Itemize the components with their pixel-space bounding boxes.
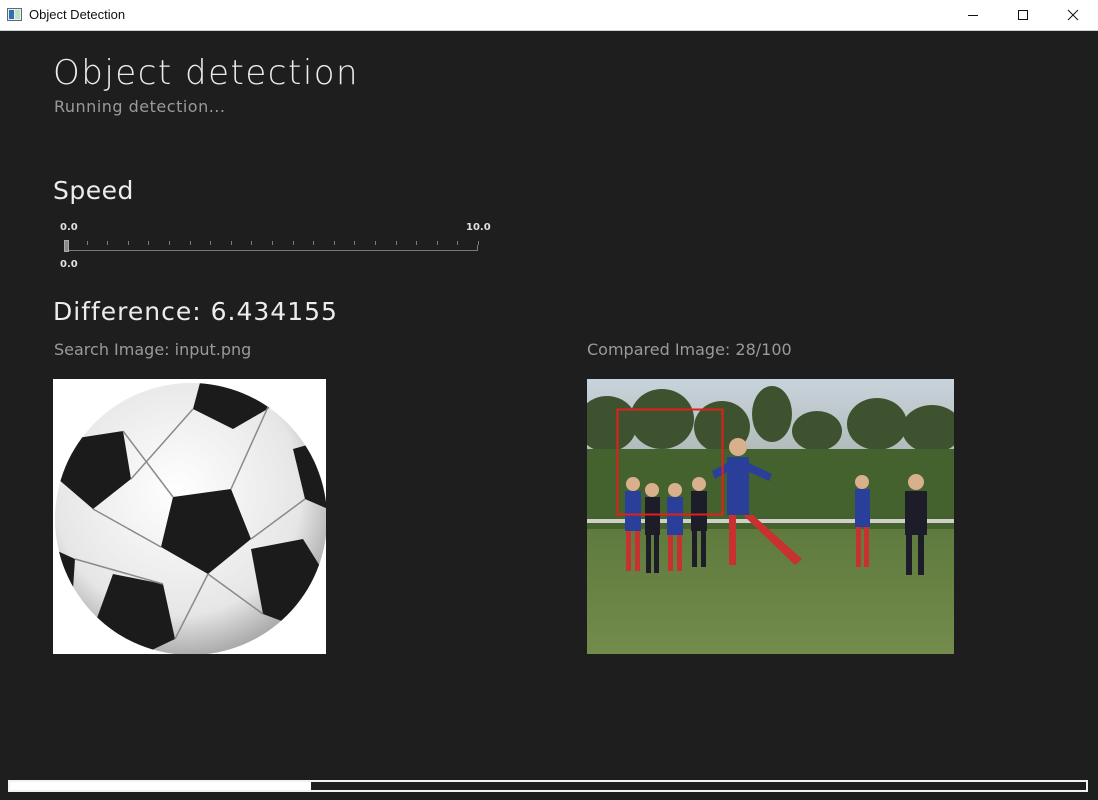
slider-track[interactable] xyxy=(66,245,478,251)
window-titlebar: Object Detection xyxy=(0,0,1098,31)
slider-handle[interactable] xyxy=(64,240,69,252)
status-text: Running detection... xyxy=(54,97,226,116)
close-button[interactable] xyxy=(1050,0,1096,30)
compared-image xyxy=(587,379,954,654)
difference-readout: Difference: 6.434155 xyxy=(53,297,338,326)
speed-label: Speed xyxy=(53,176,134,205)
slider-value-label: 0.0 xyxy=(60,259,78,270)
maximize-button[interactable] xyxy=(1000,0,1046,30)
window-title: Object Detection xyxy=(29,7,126,22)
slider-min-label: 0.0 xyxy=(60,222,78,233)
progress-bar-fill xyxy=(10,782,312,790)
close-icon xyxy=(1067,9,1079,21)
speed-slider[interactable]: 0.0 10.0 0.0 xyxy=(60,222,500,272)
slider-max-label: 10.0 xyxy=(466,222,491,233)
page-title: Object detection xyxy=(53,53,360,93)
minimize-icon xyxy=(968,15,978,16)
minimize-button[interactable] xyxy=(950,0,996,30)
progress-bar xyxy=(8,780,1088,792)
search-image xyxy=(53,379,326,654)
app-icon xyxy=(7,8,22,21)
compared-image-caption: Compared Image: 28/100 xyxy=(587,340,792,359)
maximize-icon xyxy=(1018,10,1028,20)
search-image-caption: Search Image: input.png xyxy=(54,340,252,359)
slider-tick xyxy=(478,241,479,245)
